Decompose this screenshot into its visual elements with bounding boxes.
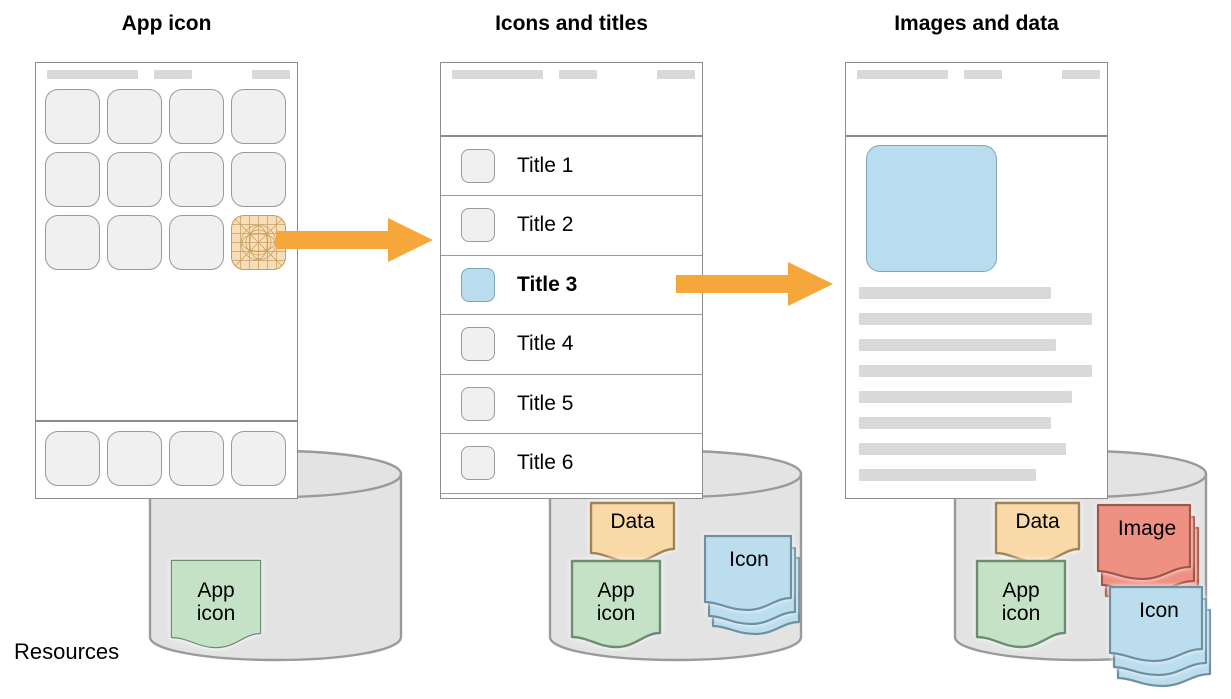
resource-card-data: Data (587, 501, 678, 565)
app-icon-cell[interactable] (169, 89, 224, 144)
app-icon-cell[interactable] (107, 89, 162, 144)
status-bar-segment-mid (154, 70, 192, 79)
list-item-title-6[interactable]: Title 6 (441, 434, 702, 494)
status-bar-segment-small (1062, 70, 1100, 79)
app-dock (45, 431, 286, 486)
app-icon-cell[interactable] (231, 89, 286, 144)
status-bar (36, 63, 297, 85)
status-bar-segment-wide (452, 70, 543, 79)
dock-divider (36, 420, 297, 422)
app-icon-cell[interactable] (45, 152, 100, 207)
text-placeholder-line (859, 417, 1051, 429)
list-item-icon-selected (461, 267, 495, 302)
app-icon-cell[interactable] (231, 152, 286, 207)
text-placeholder-line (859, 287, 1051, 299)
status-bar (441, 63, 702, 85)
resource-card-app-icon: App icon (973, 557, 1069, 649)
column-title-app-icon: App icon (121, 12, 212, 35)
status-bar-segment-wide (47, 70, 138, 79)
list-item-icon (461, 148, 495, 183)
list-item-label: Title 4 (517, 332, 574, 356)
resource-card-stack-icon: Icon (1108, 582, 1216, 688)
app-icon-grid (45, 89, 289, 270)
column-title-icons-and-titles: Icons and titles (495, 12, 648, 35)
list-item-title-5[interactable]: Title 5 (441, 374, 702, 435)
navbar-divider (846, 135, 1107, 137)
list-item-title-2[interactable]: Title 2 (441, 196, 702, 256)
list-item-label: Title 6 (517, 451, 574, 475)
arrow-list-to-detail (676, 260, 834, 308)
text-placeholder-line (859, 339, 1056, 351)
status-bar-segment-wide (857, 70, 948, 79)
list-item-title-3-selected[interactable]: Title 3 (441, 255, 702, 316)
list-item-icon (461, 386, 495, 421)
status-bar-segment-small (252, 70, 290, 79)
diagram-canvas: App icon Icons and titles Images and dat… (0, 0, 1231, 699)
text-placeholder-block (859, 287, 1092, 495)
resource-card-app-icon: App icon (168, 557, 264, 649)
app-icon-cell[interactable] (45, 215, 100, 270)
list-item-icon (461, 327, 495, 362)
resource-card-data: Data (992, 501, 1083, 565)
app-icon-cell[interactable] (45, 89, 100, 144)
phone-detail (845, 62, 1108, 499)
text-placeholder-line (859, 391, 1072, 403)
column-title-images-and-data: Images and data (894, 12, 1059, 35)
list-item-label: Title 2 (517, 213, 574, 237)
list-item-title-1[interactable]: Title 1 (441, 136, 702, 197)
phone-springboard (35, 62, 298, 499)
dock-icon[interactable] (45, 431, 100, 486)
titles-list: Title 1 Title 2 Title 3 Title 4 Title 5 … (441, 136, 702, 494)
app-icon-cell[interactable] (107, 215, 162, 270)
list-item-icon (461, 446, 495, 481)
status-bar-segment-mid (559, 70, 597, 79)
list-item-title-4[interactable]: Title 4 (441, 315, 702, 375)
status-bar (846, 63, 1107, 85)
resources-label: Resources (14, 639, 120, 664)
text-placeholder-line (859, 365, 1092, 377)
arrow-app-icon-to-list (276, 216, 434, 264)
list-item-icon (461, 208, 495, 243)
list-item-label: Title 1 (517, 153, 574, 177)
list-item-label: Title 5 (517, 391, 574, 415)
image-placeholder (866, 145, 997, 272)
resource-card-app-icon: App icon (568, 557, 664, 649)
text-placeholder-line (859, 469, 1036, 481)
status-bar-segment-small (657, 70, 695, 79)
phone-list: Title 1 Title 2 Title 3 Title 4 Title 5 … (440, 62, 703, 499)
dock-icon[interactable] (169, 431, 224, 486)
app-icon-cell[interactable] (169, 152, 224, 207)
dock-icon[interactable] (231, 431, 286, 486)
text-placeholder-line (859, 443, 1066, 455)
app-icon-cell[interactable] (107, 152, 162, 207)
status-bar-segment-mid (964, 70, 1002, 79)
dock-icon[interactable] (107, 431, 162, 486)
app-icon-cell[interactable] (169, 215, 224, 270)
resource-card-stack-icon: Icon (703, 530, 805, 636)
list-item-label: Title 3 (517, 272, 578, 296)
text-placeholder-line (859, 313, 1092, 325)
